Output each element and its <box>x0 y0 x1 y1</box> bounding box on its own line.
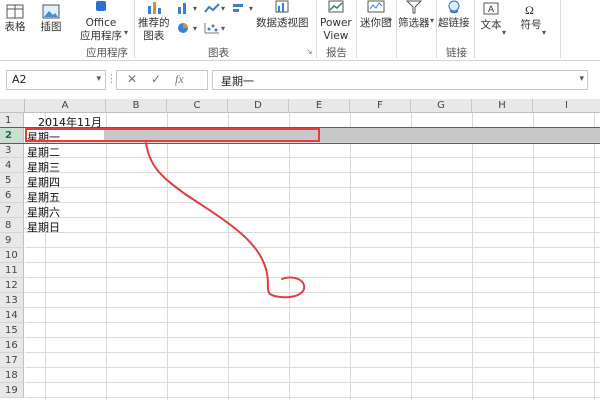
dropdown-arrow-icon: ▾ <box>430 16 435 25</box>
pie-chart-small-button[interactable]: ▾ <box>176 22 197 34</box>
cancel-icon[interactable]: ✕ <box>127 72 137 86</box>
dropdown-arrow-icon: ▾ <box>502 28 507 37</box>
group-separator <box>436 0 437 58</box>
table-label: 表格 <box>4 21 26 33</box>
office-apps-label-2: 应用程序 <box>80 30 122 42</box>
text-button[interactable]: A 文本 <box>480 2 502 32</box>
power-view-label-1: Power <box>320 17 352 29</box>
symbols-label: 符号 <box>520 19 542 31</box>
worksheet-grid[interactable]: A B C D E F G H I 1 2 3 4 5 6 7 8 9 10 1… <box>0 99 600 400</box>
filters-button[interactable]: 筛选器 <box>398 0 430 30</box>
dropdown-arrow-icon: ▾ <box>221 23 226 33</box>
text-icon: A <box>483 2 499 15</box>
column-chart-icon <box>178 3 186 14</box>
enter-icon[interactable]: ✓ <box>151 72 161 86</box>
formula-buttons: ✕ ✓ fx <box>116 70 208 90</box>
ribbon: 表格 插图 Office 应用程序 ▾ 应用程序 推荐的 图表 ▾ ▾ ▾ ▾ … <box>0 0 600 61</box>
reports-group-label: 报告 <box>326 47 347 59</box>
dropdown-arrow-icon: ▾ <box>542 28 547 37</box>
sparklines-button[interactable]: 迷你图 <box>360 0 392 30</box>
svg-text:Ω: Ω <box>525 3 534 17</box>
illustrations-button[interactable]: 插图 <box>40 4 62 34</box>
hyperlink-label: 超链接 <box>438 17 470 29</box>
illustrations-icon <box>42 4 60 19</box>
name-box[interactable]: A2 ▾ <box>6 70 106 90</box>
office-apps-label-1: Office <box>85 17 117 29</box>
pivotchart-button[interactable]: 数据透视图 <box>256 0 309 30</box>
scatter-chart-icon <box>204 23 219 34</box>
power-view-label-2: View <box>323 30 349 42</box>
formula-input-value: 星期一 <box>221 75 254 88</box>
annotation-arrow-icon <box>145 142 306 299</box>
dropdown-arrow-icon: ▾ <box>388 16 393 25</box>
sparklines-icon <box>367 0 385 13</box>
pivotchart-icon <box>275 0 289 13</box>
text-label: 文本 <box>480 19 502 31</box>
group-separator <box>316 0 317 58</box>
dropdown-arrow-icon: ▾ <box>221 3 226 13</box>
symbols-icon: Ω <box>525 3 534 17</box>
pivotchart-label: 数据透视图 <box>256 17 309 29</box>
sparklines-label: 迷你图 <box>360 17 392 29</box>
illustrations-label: 插图 <box>40 21 62 33</box>
symbols-button[interactable]: Ω 符号 <box>520 2 542 32</box>
filter-icon <box>405 0 422 14</box>
formula-bar: A2 ▾ ⋮ ✕ ✓ fx 星期一 ▾ <box>0 64 600 94</box>
dropdown-arrow-icon: ▾ <box>249 3 254 13</box>
links-group-label: 链接 <box>446 47 467 59</box>
table-icon <box>6 4 24 19</box>
filters-label: 筛选器 <box>398 17 430 29</box>
office-apps-icon <box>96 1 106 11</box>
formula-input[interactable]: 星期一 ▾ <box>212 70 588 90</box>
recommended-charts-button[interactable]: 推荐的 图表 <box>138 0 170 43</box>
scatter-chart-small-button[interactable]: ▾ <box>204 22 225 34</box>
apps-group-label: 应用程序 <box>86 47 128 59</box>
power-view-button[interactable]: Power View <box>320 0 352 43</box>
recommended-charts-label-2: 图表 <box>143 30 165 42</box>
dropdown-arrow-icon: ▾ <box>193 3 198 13</box>
group-separator <box>356 0 357 58</box>
chevron-down-icon[interactable]: ▾ <box>96 74 101 84</box>
svg-text:A: A <box>488 4 494 14</box>
table-button[interactable]: 表格 <box>4 4 26 34</box>
charts-group-label: 图表 <box>208 47 229 59</box>
insert-function-icon[interactable]: fx <box>175 72 184 87</box>
bar-chart-small-button[interactable]: ▾ <box>232 2 253 14</box>
group-separator <box>134 0 135 58</box>
pie-chart-icon <box>178 23 188 33</box>
dropdown-arrow-icon: ▾ <box>193 23 198 33</box>
dropdown-arrow-icon: ▾ <box>124 28 129 37</box>
group-separator <box>396 0 397 58</box>
office-apps-button[interactable]: Office 应用程序 <box>80 0 122 43</box>
column-chart-small-button[interactable]: ▾ <box>176 2 197 14</box>
name-box-value: A2 <box>12 73 27 86</box>
group-separator <box>474 0 475 58</box>
chevron-down-icon[interactable]: ▾ <box>579 74 584 84</box>
bar-chart-icon <box>233 4 243 12</box>
hyperlink-icon <box>448 0 460 14</box>
line-chart-icon <box>204 3 220 13</box>
recommended-charts-label-1: 推荐的 <box>138 17 170 29</box>
hyperlink-button[interactable]: 超链接 <box>438 0 470 30</box>
power-view-icon <box>328 0 344 13</box>
dialog-launcher-icon[interactable]: ↘ <box>306 47 313 56</box>
recommended-charts-icon <box>147 2 161 14</box>
line-chart-small-button[interactable]: ▾ <box>204 2 225 14</box>
group-separator <box>560 0 561 58</box>
